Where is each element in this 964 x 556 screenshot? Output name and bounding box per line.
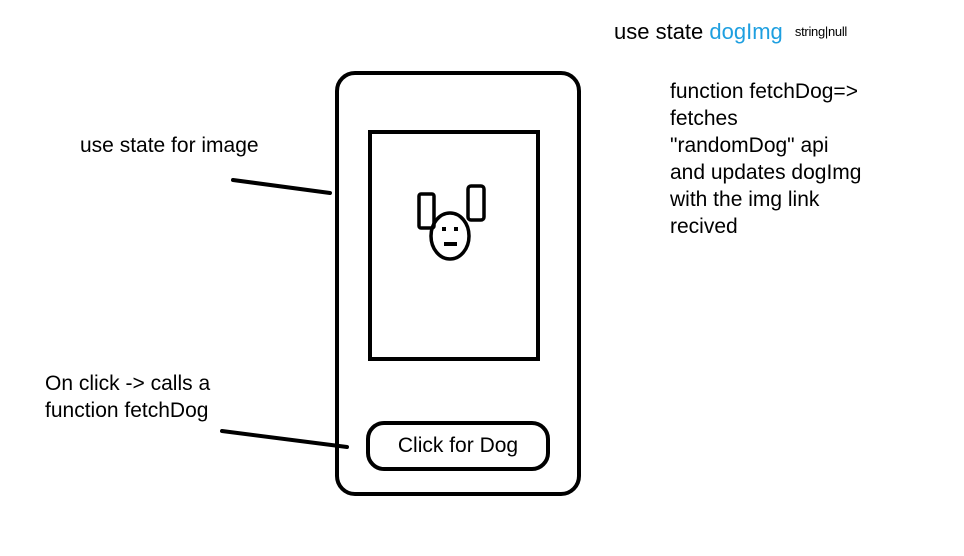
fetch-note-line: and updates dogImg (670, 161, 862, 184)
dog-face-icon (417, 184, 486, 261)
image-state-note: use state for image (80, 134, 259, 157)
dog-head (429, 211, 471, 261)
state-variable-name: dogImg (709, 19, 783, 44)
click-note-line: On click -> calls a (45, 372, 211, 395)
fetch-note-line: function fetchDog=> (670, 80, 858, 103)
click-note-line: function fetchDog (45, 399, 209, 422)
fetch-note-line: "randomDog" api (670, 134, 829, 157)
dog-mouth (444, 242, 457, 246)
fetch-note-line: recived (670, 215, 738, 238)
image-note-connector (231, 178, 332, 195)
state-prefix: use state (614, 19, 704, 44)
dog-left-eye (442, 227, 446, 231)
fetch-note-line: fetches (670, 107, 738, 130)
dog-left-ear (417, 192, 436, 230)
dog-image-placeholder (368, 130, 540, 361)
state-type: string|null (794, 24, 848, 39)
fetch-function-note: function fetchDog=> fetches "randomDog" … (670, 78, 861, 240)
button-note-connector (220, 429, 349, 449)
state-annotation: use state dogImg string|null (614, 18, 847, 49)
dog-right-ear (466, 184, 486, 222)
fetch-note-line: with the img link (670, 188, 820, 211)
dog-right-eye (454, 227, 458, 231)
click-handler-note: On click -> calls a function fetchDog (45, 370, 210, 424)
click-for-dog-button[interactable]: Click for Dog (366, 421, 550, 471)
